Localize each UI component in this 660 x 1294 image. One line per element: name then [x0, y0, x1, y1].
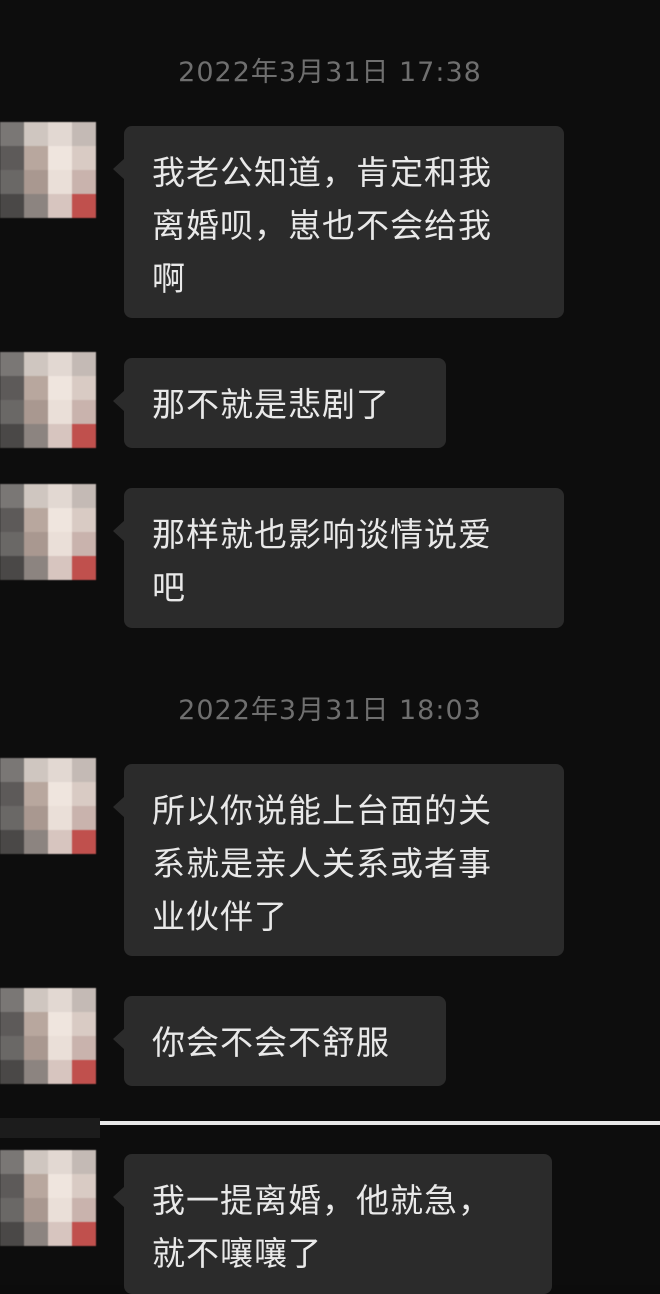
- contact-avatar[interactable]: [0, 758, 96, 854]
- message-bubble[interactable]: 那样就也影响谈情说爱 吧: [113, 488, 564, 628]
- message-bubble[interactable]: 你会不会不舒服: [113, 996, 446, 1086]
- message-bubble[interactable]: 我老公知道，肯定和我 离婚呗，崽也不会给我 啊: [113, 126, 564, 318]
- timestamp: 2022年3月31日 18:03: [178, 695, 482, 726]
- message-bubble[interactable]: 所以你说能上台面的关 系就是亲人关系或者事 业伙伴了: [113, 764, 564, 956]
- message-bubble[interactable]: 我一提离婚，他就急， 就不嚷嚷了: [113, 1154, 552, 1294]
- contact-avatar[interactable]: [0, 1150, 96, 1246]
- timestamp: 2022年3月31日 17:38: [178, 57, 482, 88]
- screenshot-seam: [0, 1118, 100, 1138]
- contact-avatar[interactable]: [0, 988, 96, 1084]
- message-bubble[interactable]: 那不就是悲剧了: [113, 358, 446, 448]
- contact-avatar[interactable]: [0, 352, 96, 448]
- screenshot-seam-line: [100, 1121, 660, 1125]
- chat-screen: 2022年3月31日 17:38 我老公知道，肯定和我 离婚呗，崽也不会给我 啊: [0, 0, 660, 1294]
- contact-avatar[interactable]: [0, 484, 96, 580]
- contact-avatar[interactable]: [0, 122, 96, 218]
